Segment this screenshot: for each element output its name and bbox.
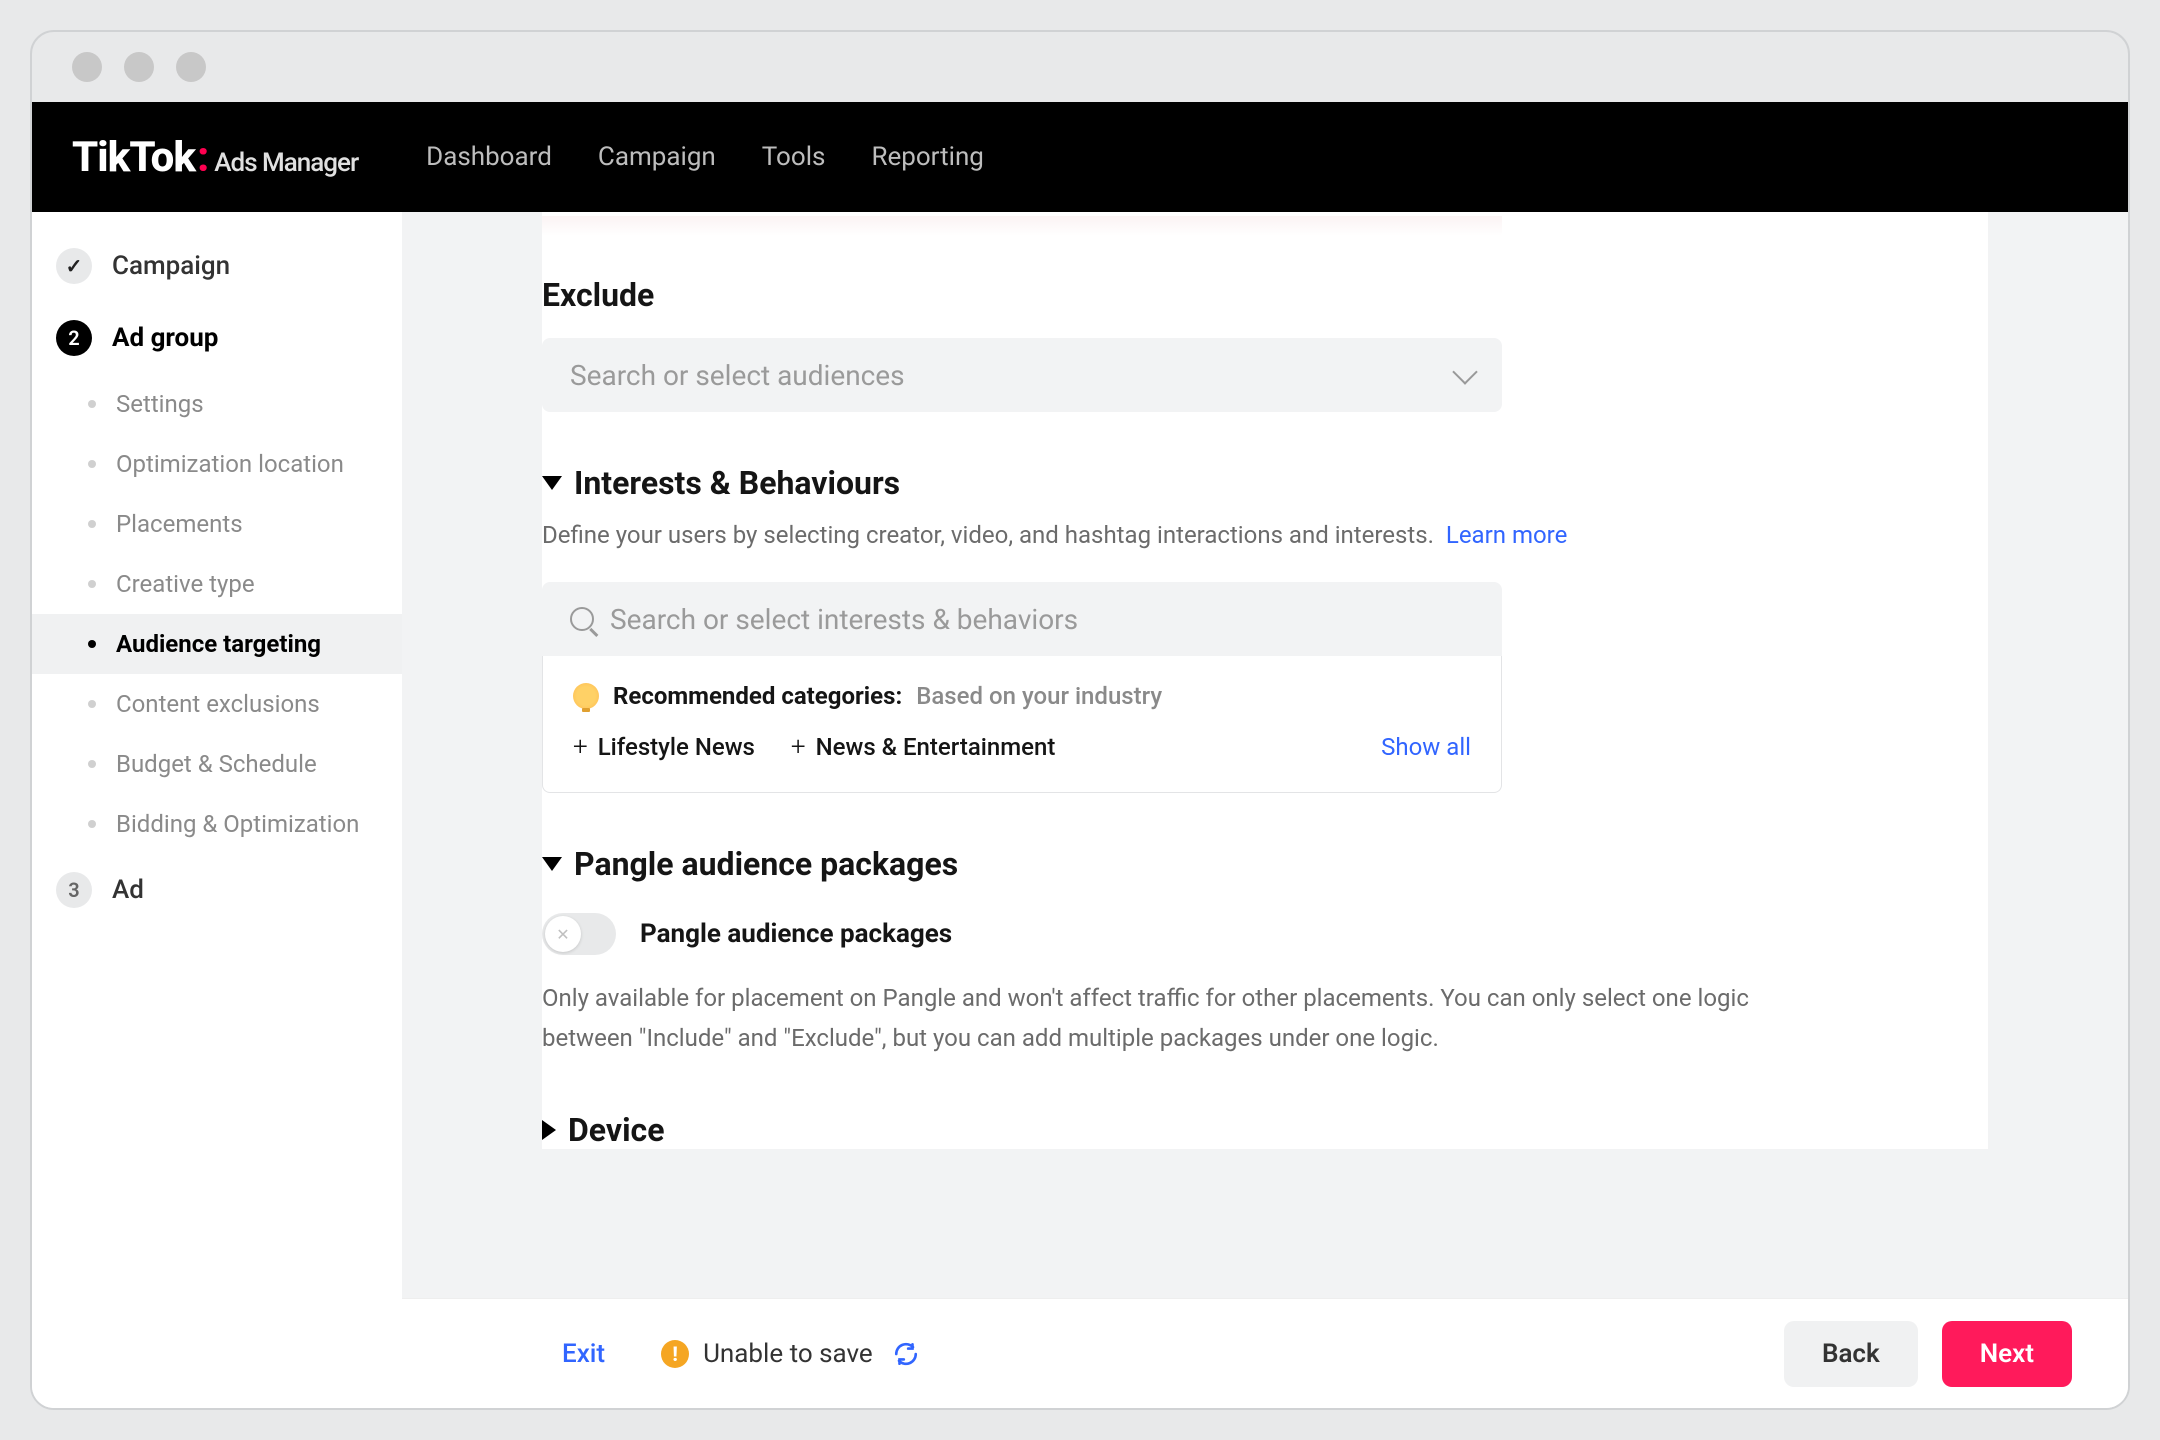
recommendations-card: Recommended categories: Based on your in… [542, 656, 1502, 793]
interests-desc: Define your users by selecting creator, … [542, 516, 1988, 554]
sidebar-item-settings[interactable]: Settings [32, 374, 402, 434]
refresh-icon[interactable] [893, 1341, 919, 1367]
recommend-chips-row: +Lifestyle News +News & Entertainment Sh… [573, 732, 1471, 762]
search-icon [570, 607, 594, 631]
sidebar-item-label: Optimization location [116, 450, 344, 478]
step-adgroup[interactable]: 2 Ad group [32, 302, 402, 374]
plus-icon: + [791, 732, 806, 762]
lightbulb-icon [573, 683, 599, 709]
window-close-dot[interactable] [72, 52, 102, 82]
dot-icon [88, 460, 96, 468]
caret-down-icon [542, 476, 562, 490]
logo-colon-icon: : [197, 133, 208, 182]
nav-dashboard[interactable]: Dashboard [426, 142, 552, 172]
window-minimize-dot[interactable] [124, 52, 154, 82]
check-icon: ✓ [56, 248, 92, 284]
pangle-section-header[interactable]: Pangle audience packages [542, 845, 1988, 883]
dot-icon [88, 400, 96, 408]
main-area: Exclude Search or select audiences Inter… [402, 212, 2128, 1408]
step-label: Campaign [112, 251, 230, 281]
next-button[interactable]: Next [1942, 1321, 2072, 1387]
pangle-toggle-row: ✕ Pangle audience packages [542, 913, 1988, 955]
content-scroll[interactable]: Exclude Search or select audiences Inter… [402, 212, 2128, 1298]
back-button[interactable]: Back [1784, 1321, 1918, 1387]
toggle-label: Pangle audience packages [640, 919, 952, 949]
sidebar: ✓ Campaign 2 Ad group Settings Optimizat… [32, 212, 402, 1408]
browser-window: TikTok: Ads Manager Dashboard Campaign T… [30, 30, 2130, 1410]
add-news-entertainment-chip[interactable]: +News & Entertainment [791, 732, 1055, 762]
sidebar-item-creative[interactable]: Creative type [32, 554, 402, 614]
chevron-down-icon [1452, 359, 1477, 384]
app-body: ✓ Campaign 2 Ad group Settings Optimizat… [32, 212, 2128, 1408]
sidebar-item-label: Content exclusions [116, 690, 320, 718]
sidebar-item-content-exclusions[interactable]: Content exclusions [32, 674, 402, 734]
recommend-label: Recommended categories: [613, 682, 902, 710]
toggle-knob-off-icon: ✕ [545, 916, 581, 952]
interests-search-input[interactable]: Search or select interests & behaviors [542, 582, 1502, 656]
caret-down-icon [542, 857, 562, 871]
section-title: Pangle audience packages [574, 845, 958, 883]
topbar: TikTok: Ads Manager Dashboard Campaign T… [32, 102, 2128, 212]
dot-icon [88, 700, 96, 708]
logo-text: TikTok [72, 133, 195, 182]
dot-icon [88, 580, 96, 588]
previous-section-edge [542, 216, 1502, 236]
step-campaign[interactable]: ✓ Campaign [32, 230, 402, 302]
sidebar-item-label: Budget & Schedule [116, 750, 317, 778]
exit-link[interactable]: Exit [562, 1339, 605, 1369]
sidebar-item-label: Bidding & Optimization [116, 810, 359, 838]
sidebar-item-label: Settings [116, 390, 204, 418]
sidebar-item-audience[interactable]: Audience targeting [32, 614, 402, 674]
step-number-badge: 2 [56, 320, 92, 356]
sidebar-item-label: Placements [116, 510, 243, 538]
pangle-helper: Only available for placement on Pangle a… [542, 979, 1842, 1058]
nav-reporting[interactable]: Reporting [871, 142, 983, 172]
step-label: Ad group [112, 323, 218, 353]
section-title: Interests & Behaviours [574, 464, 900, 502]
dot-icon [88, 820, 96, 828]
nav-tabs: Dashboard Campaign Tools Reporting [426, 142, 984, 172]
recommend-sub: Based on your industry [916, 682, 1162, 710]
nav-tools[interactable]: Tools [762, 142, 826, 172]
pangle-toggle[interactable]: ✕ [542, 913, 616, 955]
step-ad[interactable]: 3 Ad [32, 854, 402, 926]
interests-section-header[interactable]: Interests & Behaviours [542, 464, 1988, 502]
exclude-heading: Exclude [542, 276, 1988, 314]
plus-icon: + [573, 732, 588, 762]
exclude-audience-select[interactable]: Search or select audiences [542, 338, 1502, 412]
sidebar-item-label: Audience targeting [116, 630, 321, 658]
save-status-text: Unable to save [703, 1339, 873, 1369]
recommend-head: Recommended categories: Based on your in… [573, 682, 1471, 710]
search-placeholder: Search or select interests & behaviors [610, 603, 1078, 636]
show-all-link[interactable]: Show all [1381, 733, 1471, 761]
dot-icon [88, 640, 96, 648]
dot-icon [88, 520, 96, 528]
sidebar-item-placements[interactable]: Placements [32, 494, 402, 554]
footer-bar: Exit ! Unable to save Back Next [402, 1298, 2128, 1408]
learn-more-link[interactable]: Learn more [1446, 521, 1567, 549]
dot-icon [88, 760, 96, 768]
sidebar-item-label: Creative type [116, 570, 255, 598]
step-label: Ad [112, 875, 144, 905]
window-controls [32, 32, 2128, 102]
select-placeholder: Search or select audiences [570, 359, 905, 392]
save-status: ! Unable to save [661, 1339, 919, 1369]
step-number-badge: 3 [56, 872, 92, 908]
add-lifestyle-news-chip[interactable]: +Lifestyle News [573, 732, 755, 762]
content-card: Exclude Search or select audiences Inter… [542, 212, 1988, 1149]
window-maximize-dot[interactable] [176, 52, 206, 82]
caret-right-icon [542, 1120, 556, 1140]
nav-campaign[interactable]: Campaign [598, 142, 716, 172]
section-title: Device [568, 1111, 665, 1149]
logo[interactable]: TikTok: Ads Manager [72, 133, 358, 182]
sidebar-item-bidding[interactable]: Bidding & Optimization [32, 794, 402, 854]
device-section-header[interactable]: Device [542, 1111, 1988, 1149]
sidebar-item-budget[interactable]: Budget & Schedule [32, 734, 402, 794]
sidebar-item-optimization[interactable]: Optimization location [32, 434, 402, 494]
logo-sub: Ads Manager [214, 148, 358, 178]
warning-icon: ! [661, 1340, 689, 1368]
